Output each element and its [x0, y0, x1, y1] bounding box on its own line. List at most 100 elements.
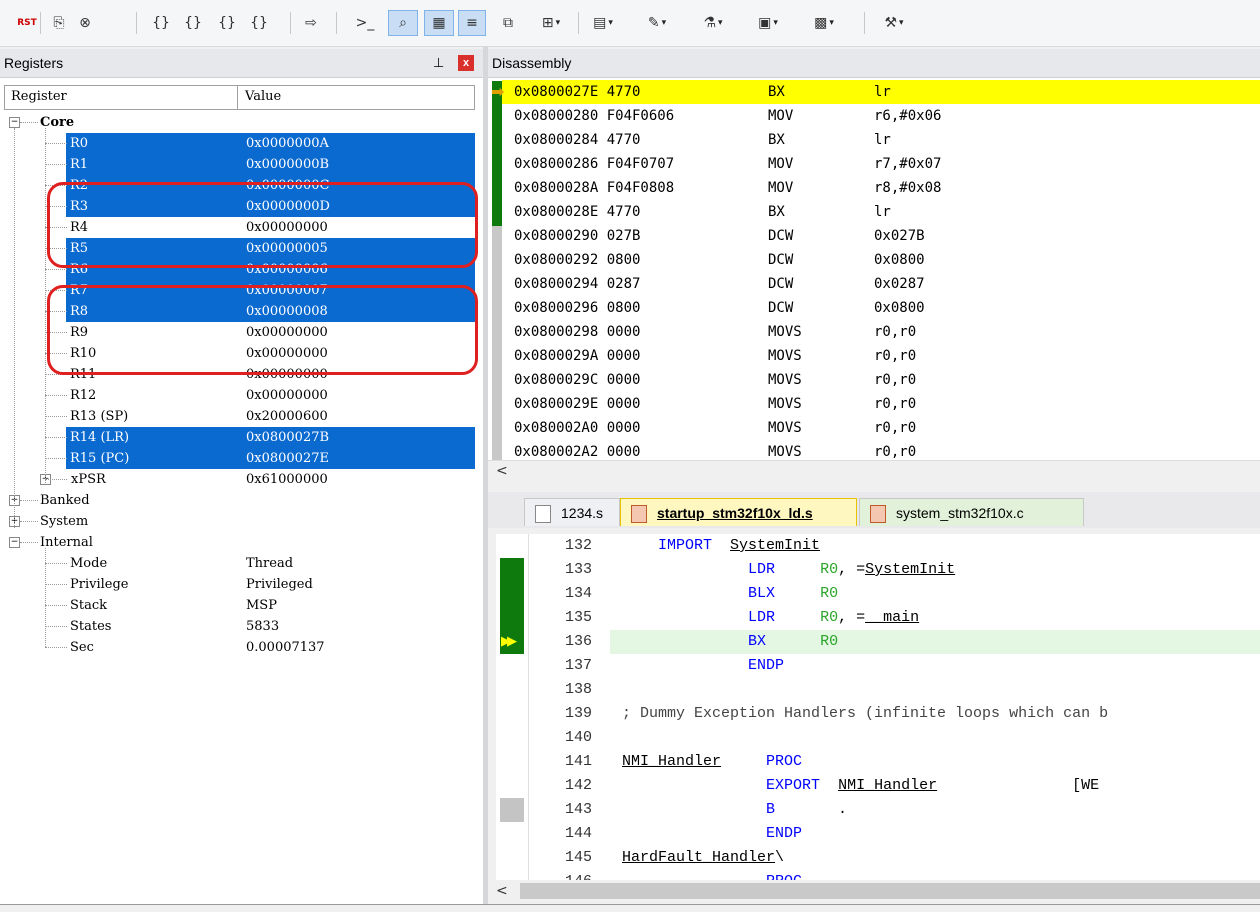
register-row[interactable]: R15 (PC) 0x0800027E	[66, 448, 475, 469]
register-value[interactable]: Thread	[246, 553, 293, 574]
disassembly-line[interactable]: 0x08000290 027B DCW 0x027B	[514, 224, 1260, 248]
disassembly-line[interactable]: 0x08000280 F04F0606 MOV r6,#0x06	[514, 104, 1260, 128]
disassembly-line[interactable]: 0x08000286 F04F0707 MOV r7,#0x07	[514, 152, 1260, 176]
register-value[interactable]: MSP	[246, 595, 277, 616]
source-line[interactable]: 145 HardFault_Handler\	[528, 846, 1260, 870]
register-value[interactable]: 0x0800027E	[246, 448, 329, 469]
register-value[interactable]: 0x61000000	[246, 469, 328, 490]
source-line[interactable]: 132 IMPORT SystemInit	[528, 534, 1260, 558]
register-row[interactable]: Privilege Privileged	[0, 574, 475, 595]
register-row[interactable]: R0 0x0000000A	[66, 133, 475, 154]
disassembly-line[interactable]: 0x08000284 4770 BX lr	[514, 128, 1260, 152]
register-row[interactable]: Core	[0, 112, 475, 133]
reset-cpu-button[interactable]: RST	[14, 10, 40, 36]
serial-window-button[interactable]: ✎ ▾	[634, 10, 680, 36]
disassembly-window-button[interactable]: ⌕	[388, 10, 418, 36]
source-line[interactable]: 139 ; Dummy Exception Handlers (infinite …	[528, 702, 1260, 726]
watch-window-button[interactable]: ⊞ ▾	[528, 10, 574, 36]
register-row[interactable]: Stack MSP	[0, 595, 475, 616]
source-line[interactable]: 140	[528, 726, 1260, 750]
command-window-button[interactable]: >_	[350, 10, 380, 36]
register-value[interactable]: 0.00007137	[246, 637, 325, 658]
editor-horizontal-scrollbar[interactable]: <	[488, 880, 1260, 903]
source-line[interactable]: 136 BX R0	[528, 630, 1260, 654]
dropdown-arrow-icon[interactable]: ▾	[829, 18, 834, 28]
register-value[interactable]: 0x0800027B	[246, 427, 329, 448]
pin-icon[interactable]: ⊥	[433, 49, 444, 78]
stop-button[interactable]: ⊗	[74, 10, 96, 36]
source-line[interactable]: 141 NMI_Handler PROC	[528, 750, 1260, 774]
dropdown-arrow-icon[interactable]: ▾	[608, 18, 613, 28]
dropdown-arrow-icon[interactable]: ▾	[773, 18, 778, 28]
run-to-cursor-button[interactable]: {}	[246, 10, 272, 36]
source-line[interactable]: 143 B .	[528, 798, 1260, 822]
system-viewer-button[interactable]: ▩ ▾	[801, 10, 847, 36]
register-row[interactable]: Sec 0.00007137	[0, 637, 475, 658]
dropdown-arrow-icon[interactable]: ▾	[556, 18, 561, 28]
close-icon[interactable]: x	[458, 55, 474, 71]
column-register[interactable]: Register	[11, 89, 67, 104]
disassembly-line[interactable]: 0x0800029E 0000 MOVS r0,r0	[514, 392, 1260, 416]
collapse-icon[interactable]: −	[9, 117, 20, 128]
scroll-left-icon[interactable]: <	[496, 883, 508, 899]
step-into-button[interactable]: {}	[148, 10, 174, 36]
disassembly-line[interactable]: 0x0800028E 4770 BX lr	[514, 200, 1260, 224]
register-row[interactable]: R13 (SP) 0x20000600	[0, 406, 475, 427]
disassembly-line[interactable]: 0x0800027E 4770 BX lr	[502, 80, 1260, 104]
register-row[interactable]: Mode Thread	[0, 553, 475, 574]
source-editor[interactable]: ▶▶ 132 IMPORT SystemInit 133 LDR R0, =Sys…	[496, 534, 1260, 880]
register-value[interactable]: 0x20000600	[246, 406, 328, 427]
trace-window-button[interactable]: ▣ ▾	[745, 10, 791, 36]
disassembly-line[interactable]: 0x0800029C 0000 MOVS r0,r0	[514, 368, 1260, 392]
source-line[interactable]: 142 EXPORT NMI_Handler [WE	[528, 774, 1260, 798]
register-row[interactable]: R1 0x0000000B	[66, 154, 475, 175]
disassembly-line[interactable]: 0x08000298 0000 MOVS r0,r0	[514, 320, 1260, 344]
register-value[interactable]: Privileged	[246, 574, 313, 595]
source-line[interactable]: 146 PROC	[528, 870, 1260, 880]
tab-system-stm32f10x-c[interactable]: system_stm32f10x.c	[859, 498, 1084, 526]
tab-1234-s[interactable]: 1234.s	[524, 498, 620, 526]
run-button[interactable]: ⎘	[48, 10, 70, 36]
disassembly-line[interactable]: 0x080002A0 0000 MOVS r0,r0	[514, 416, 1260, 440]
register-row[interactable]: Banked	[0, 490, 475, 511]
source-line[interactable]: 135 LDR R0, =__main	[528, 606, 1260, 630]
dropdown-arrow-icon[interactable]: ▾	[899, 18, 904, 28]
register-value[interactable]: 0x0000000A	[246, 133, 329, 154]
disassembly-horizontal-scrollbar[interactable]: <	[488, 460, 1260, 482]
register-row[interactable]: Internal	[0, 532, 475, 553]
dropdown-arrow-icon[interactable]: ▾	[662, 18, 667, 28]
source-line[interactable]: 144 ENDP	[528, 822, 1260, 846]
tab-startup-stm32f10x-ld-s[interactable]: startup_stm32f10x_ld.s	[620, 498, 857, 526]
memory-window-button[interactable]: ▤ ▾	[580, 10, 626, 36]
step-out-button[interactable]: {}	[214, 10, 240, 36]
register-value[interactable]: 0x0000000B	[246, 154, 329, 175]
source-line[interactable]: 138	[528, 678, 1260, 702]
source-line[interactable]: 133 LDR R0, =SystemInit	[528, 558, 1260, 582]
register-value[interactable]: 0x00000000	[246, 385, 328, 406]
register-row[interactable]: xPSR 0x61000000	[0, 469, 475, 490]
collapse-icon[interactable]: −	[9, 537, 20, 548]
disassembly-line[interactable]: 0x08000296 0800 DCW 0x0800	[514, 296, 1260, 320]
disassembly-line[interactable]: 0x08000292 0800 DCW 0x0800	[514, 248, 1260, 272]
scroll-left-icon[interactable]: <	[496, 463, 508, 479]
register-row[interactable]: States 5833	[0, 616, 475, 637]
scrollbar-thumb[interactable]	[520, 883, 1260, 899]
step-over-button[interactable]: {}	[180, 10, 206, 36]
call-stack-window-button[interactable]: ⧉	[494, 10, 522, 36]
disassembly-line[interactable]: 0x0800029A 0000 MOVS r0,r0	[514, 344, 1260, 368]
register-row[interactable]: System	[0, 511, 475, 532]
source-line[interactable]: 137 ENDP	[528, 654, 1260, 678]
registers-window-button[interactable]: ≡	[458, 10, 486, 36]
dropdown-arrow-icon[interactable]: ▾	[718, 18, 723, 28]
analysis-window-button[interactable]: ⚗ ▾	[690, 10, 736, 36]
column-value[interactable]: Value	[245, 89, 281, 104]
register-value[interactable]: 5833	[246, 616, 279, 637]
show-next-statement-button[interactable]: ⇨	[300, 10, 322, 36]
register-row[interactable]: R14 (LR) 0x0800027B	[66, 427, 475, 448]
toolbox-button[interactable]: ⚒ ▾	[872, 10, 916, 36]
symbols-window-button[interactable]: ▦	[424, 10, 454, 36]
disassembly-line[interactable]: 0x08000294 0287 DCW 0x0287	[514, 272, 1260, 296]
register-row[interactable]: R12 0x00000000	[0, 385, 475, 406]
source-line[interactable]: 134 BLX R0	[528, 582, 1260, 606]
disassembly-line[interactable]: 0x0800028A F04F0808 MOV r8,#0x08	[514, 176, 1260, 200]
